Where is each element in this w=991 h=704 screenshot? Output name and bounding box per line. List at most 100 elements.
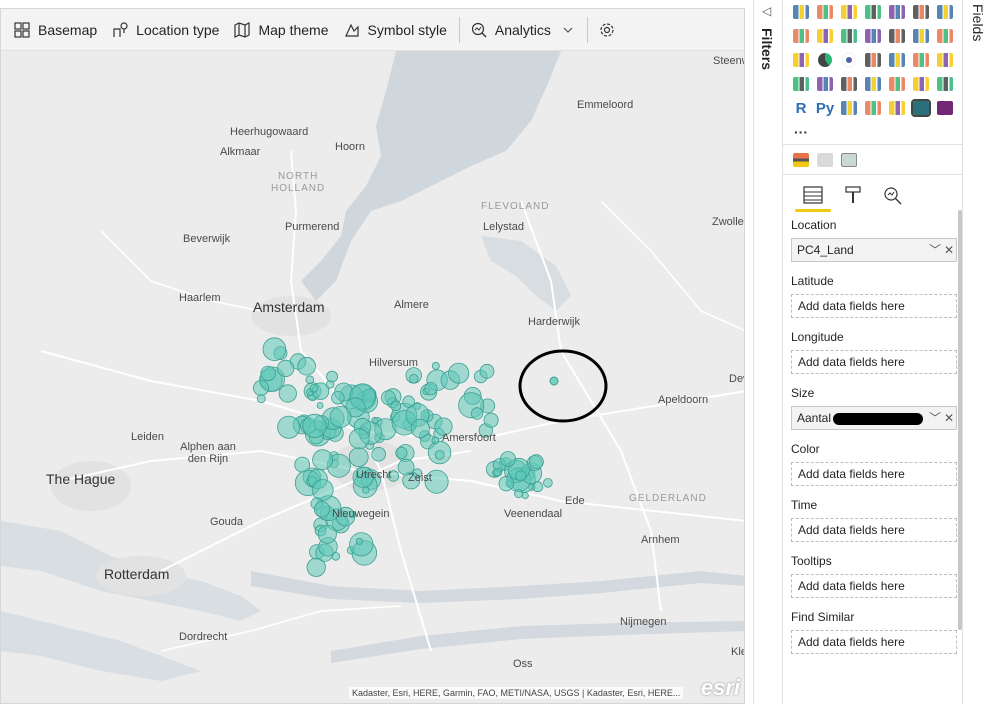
location-bubble[interactable] (262, 337, 287, 362)
stacked-column-icon[interactable] (813, 0, 837, 24)
line-clustered-column-icon[interactable] (861, 24, 885, 48)
symbol-style-button[interactable]: Symbol style (337, 9, 455, 51)
bubble-layer[interactable] (1, 51, 745, 704)
ribbon-chart-icon[interactable] (885, 24, 909, 48)
time-drop-zone[interactable]: Add data fields here (791, 518, 957, 542)
line-column-icon[interactable] (837, 24, 861, 48)
location-bubble[interactable] (302, 413, 327, 438)
fields-pane[interactable]: Fields (962, 0, 991, 704)
line-chart-icon[interactable] (933, 0, 957, 24)
location-bubble[interactable] (409, 374, 419, 384)
area-chart-icon[interactable] (789, 24, 813, 48)
r-visual-icon[interactable]: R (789, 96, 813, 120)
location-bubble[interactable] (431, 436, 440, 445)
location-bubble[interactable] (316, 402, 324, 409)
location-bubble[interactable] (498, 475, 515, 492)
location-bubble[interactable] (348, 428, 370, 450)
multirow-card-icon[interactable] (837, 72, 861, 96)
100-stacked-column-icon[interactable] (909, 0, 933, 24)
card-icon[interactable] (813, 72, 837, 96)
location-bubble[interactable] (256, 394, 266, 404)
matrix-icon[interactable] (933, 72, 957, 96)
waterfall-icon[interactable] (909, 24, 933, 48)
format-tab[interactable] (833, 178, 873, 212)
table-icon[interactable] (909, 72, 933, 96)
color-drop-zone[interactable]: Add data fields here (791, 462, 957, 486)
clustered-bar-icon[interactable] (837, 0, 861, 24)
chevron-down-icon[interactable]: ﹀ (928, 407, 942, 429)
latitude-drop-zone[interactable]: Add data fields here (791, 294, 957, 318)
location-bubble[interactable] (326, 370, 339, 383)
location-bubble[interactable] (305, 375, 315, 385)
map-canvas[interactable]: Steenw Emmeloord Heerhugowaard Alkmaar Hoorn… (1, 51, 745, 704)
location-bubble[interactable] (543, 477, 553, 488)
location-bubble[interactable] (515, 470, 527, 482)
pie-icon[interactable] (813, 48, 837, 72)
remove-field-icon[interactable]: ✕ (942, 407, 956, 429)
location-bubble[interactable] (312, 449, 334, 471)
shape-map-icon[interactable] (933, 48, 957, 72)
location-bubble[interactable] (348, 447, 369, 468)
more-icon[interactable]: ··· (789, 120, 813, 144)
location-bubble[interactable] (424, 382, 438, 396)
donut-icon[interactable] (837, 48, 861, 72)
location-bubble[interactable] (313, 501, 331, 518)
chevron-down-icon[interactable]: ﹀ (928, 239, 942, 261)
size-field-pill[interactable]: Aantal ﹀ ✕ (791, 406, 957, 430)
decomposition-tree-icon[interactable] (861, 96, 885, 120)
location-bubble[interactable] (371, 446, 387, 462)
location-bubble[interactable] (329, 405, 352, 428)
python-visual-icon[interactable]: Py (813, 96, 837, 120)
location-bubble[interactable] (371, 416, 379, 425)
map-settings-button[interactable] (592, 9, 631, 51)
power-apps-icon[interactable] (933, 96, 957, 120)
location-bubble[interactable] (294, 456, 311, 473)
filled-map-icon[interactable] (909, 48, 933, 72)
slicer-icon[interactable] (885, 72, 909, 96)
location-bubble[interactable] (395, 446, 408, 459)
location-bubble[interactable] (410, 418, 430, 438)
scatter-icon[interactable] (789, 48, 813, 72)
expand-filters-icon[interactable]: ◁ (762, 4, 771, 18)
location-bubble[interactable] (493, 467, 503, 477)
treemap-icon[interactable] (861, 48, 885, 72)
location-bubble[interactable] (260, 365, 276, 382)
location-bubble[interactable] (309, 383, 319, 393)
kpi-icon[interactable] (861, 72, 885, 96)
stacked-area-icon[interactable] (813, 24, 837, 48)
isolated-bubble[interactable] (549, 376, 559, 386)
location-bubble[interactable] (331, 551, 341, 561)
analytics-button[interactable]: Analytics (464, 9, 583, 51)
bubble-group[interactable] (252, 337, 553, 577)
gauge-icon[interactable] (789, 72, 813, 96)
qa-icon[interactable] (885, 96, 909, 120)
location-field-pill[interactable]: PC4_Land ﹀ ✕ (791, 238, 957, 262)
stacked-bar-icon[interactable] (789, 0, 813, 24)
custom-visual-1-icon[interactable] (789, 148, 813, 172)
location-bubble[interactable] (355, 537, 363, 545)
location-bubble[interactable] (390, 400, 402, 412)
location-bubble[interactable] (434, 449, 445, 460)
location-bubble[interactable] (514, 489, 524, 499)
location-bubble[interactable] (479, 363, 495, 379)
location-bubble[interactable] (448, 362, 470, 384)
basemap-button[interactable]: Basemap (7, 9, 105, 51)
filters-pane[interactable]: ◁ Filters (753, 0, 781, 704)
location-bubble[interactable] (252, 379, 269, 396)
longitude-drop-zone[interactable]: Add data fields here (791, 350, 957, 374)
location-bubble[interactable] (277, 415, 301, 439)
location-type-button[interactable]: Location type (105, 9, 227, 51)
location-bubble[interactable] (311, 479, 334, 501)
location-bubble[interactable] (470, 407, 484, 420)
tooltips-drop-zone[interactable]: Add data fields here (791, 574, 957, 598)
location-bubble[interactable] (402, 395, 415, 408)
location-bubble[interactable] (431, 361, 440, 370)
arcgis-map-visual[interactable]: Basemap Location type Map theme Symbol s… (0, 8, 745, 704)
location-bubble[interactable] (483, 412, 499, 428)
location-bubble[interactable] (532, 481, 544, 493)
arcgis-map-icon[interactable] (909, 96, 933, 120)
fields-tab[interactable] (793, 178, 833, 212)
analytics-tab[interactable] (873, 178, 913, 212)
location-bubble[interactable] (306, 557, 326, 577)
location-bubble[interactable] (362, 486, 370, 494)
